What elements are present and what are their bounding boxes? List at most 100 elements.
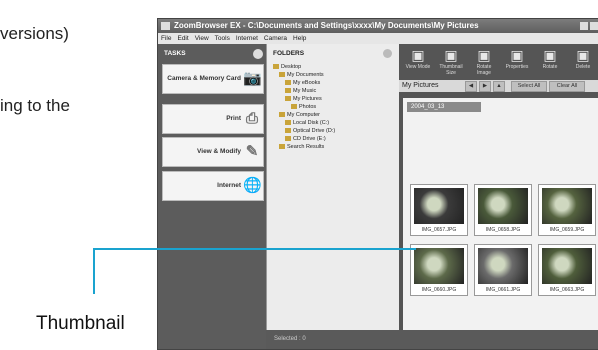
doc-text-line-1: versions) (0, 24, 69, 43)
folder-tree-item[interactable]: My eBooks (285, 80, 320, 86)
thumbnail-item[interactable]: IMG_0658.JPG (474, 184, 532, 236)
location-text: My Pictures (402, 82, 439, 89)
thumbnail-filename: IMG_0659.JPG (549, 227, 585, 233)
thumbnail-item[interactable]: IMG_0657.JPG (410, 184, 468, 236)
nav-forward-button[interactable]: ▶ (479, 81, 491, 92)
thumbnail-image (414, 188, 464, 224)
thumbnail-filename: IMG_0661.JPG (485, 287, 521, 293)
task-button-print[interactable]: Print ⎙ (162, 104, 264, 134)
tasks-header-label: TASKS (164, 50, 186, 57)
tasks-header: TASKS (158, 44, 266, 64)
date-group-tab[interactable]: 2004_03_13 (407, 102, 481, 112)
nav-up-button[interactable]: ▲ (493, 81, 505, 92)
thumbnail-filename: IMG_0658.JPG (485, 227, 521, 233)
toolbar-button-rotate-image[interactable]: ▣ Rotate Image (471, 46, 497, 82)
folder-tree-item[interactable]: CD Drive (E:) (285, 136, 326, 142)
toolbar-button-label: Thumbnail Size (439, 64, 463, 76)
toolbar-button-thumbnail-size[interactable]: ▣ Thumbnail Size (438, 46, 464, 82)
folder-tree-item[interactable]: Desktop (273, 64, 301, 70)
folder-tree-item[interactable]: My Computer (279, 112, 320, 118)
toolbar-button-label: Properties (505, 64, 529, 70)
task-button-internet[interactable]: Internet 🌐 (162, 171, 264, 201)
menu-item-internet[interactable]: Internet (236, 35, 258, 42)
thumbnail-item[interactable]: IMG_0663.JPG (538, 244, 596, 296)
thumbnail-item[interactable]: IMG_0661.JPG (474, 244, 532, 296)
camera-icon: 📷 (243, 70, 262, 87)
folder-icon (285, 120, 291, 126)
zoombrowser-window: ZoomBrowser EX - C:\Documents and Settin… (157, 18, 598, 350)
task-button-label: Camera & Memory Card (167, 75, 241, 82)
thumbnail-image (542, 248, 592, 284)
edit-image-icon: ✎ (245, 143, 259, 160)
folder-icon (285, 128, 291, 134)
thumbnail-filename: IMG_0660.JPG (421, 287, 457, 293)
menu-item-help[interactable]: Help (293, 35, 306, 42)
thumbnail-item[interactable]: IMG_0659.JPG (538, 184, 596, 236)
folder-icon (279, 112, 285, 118)
folder-tree-item[interactable]: My Music (285, 88, 316, 94)
folder-tree-item[interactable]: Photos (291, 104, 316, 110)
folder-icon (285, 96, 291, 102)
folder-label: My eBooks (293, 80, 321, 86)
delete-icon: ▣ (576, 47, 590, 63)
toolbar-button-label: Delete (575, 64, 591, 70)
globe-icon: 🌐 (243, 177, 262, 194)
location-bar: My Pictures ◀ ▶ ▲ Select All Clear All (399, 80, 598, 92)
menu-item-view[interactable]: View (195, 35, 209, 42)
clear-all-button[interactable]: Clear All (549, 81, 585, 92)
task-button-camera-memory-card[interactable]: Camera & Memory Card 📷 (162, 64, 264, 94)
selected-count: Selected : 0 (274, 336, 306, 342)
folder-tree-item[interactable]: Local Disk (C:) (285, 120, 329, 126)
folder-label: Desktop (281, 64, 302, 70)
folder-tree-item[interactable]: My Pictures (285, 96, 322, 102)
folder-label: My Documents (287, 72, 324, 78)
toolbar-button-label: Rotate Image (476, 64, 492, 76)
callout-label: Thumbnail (36, 313, 125, 334)
view-mode-icon: ▣ (411, 47, 425, 63)
doc-text-line-2: ing to the (0, 96, 70, 115)
rotate-icon: ▣ (477, 47, 491, 63)
toolbar-button-rotate[interactable]: ▣ Rotate (537, 46, 563, 82)
folder-icon (273, 64, 279, 70)
nav-back-button[interactable]: ◀ (465, 81, 477, 92)
folder-label: Optical Drive (D:) (293, 128, 336, 134)
maximize-button[interactable] (590, 22, 598, 30)
menu-item-edit[interactable]: Edit (177, 35, 188, 42)
folders-collapse-icon[interactable] (383, 49, 392, 58)
minimize-button[interactable] (580, 22, 588, 30)
task-button-view-modify[interactable]: View & Modify ✎ (162, 137, 264, 167)
thumbnail-image (478, 248, 528, 284)
thumbnail-image (414, 248, 464, 284)
window-title: ZoomBrowser EX - C:\Documents and Settin… (174, 21, 479, 30)
toolbar-button-delete[interactable]: ▣ Delete (570, 46, 596, 82)
toolbar-button-properties[interactable]: ▣ Properties (504, 46, 530, 82)
folder-icon (279, 144, 285, 150)
status-bar: Selected : 0 (266, 330, 598, 349)
thumbnail-size-icon: ▣ (444, 47, 458, 63)
folder-label: My Computer (287, 112, 321, 118)
callout-line-vertical (93, 248, 95, 294)
menu-item-camera[interactable]: Camera (264, 35, 287, 42)
menu-item-tools[interactable]: Tools (215, 35, 230, 42)
folder-icon (285, 80, 291, 86)
browser-area: ▣ View Mode ▣ Thumbnail Size ▣ Rotate Image ▣ P… (399, 44, 598, 349)
select-all-button[interactable]: Select All (511, 81, 547, 92)
toolbar-button-view-mode[interactable]: ▣ View Mode (405, 46, 431, 82)
folder-icon (285, 136, 291, 142)
folder-icon (285, 88, 291, 94)
folder-label: My Pictures (293, 96, 322, 102)
tasks-panel: TASKS Camera & Memory Card 📷 Print ⎙ View & … (158, 44, 266, 349)
tasks-collapse-icon[interactable] (253, 49, 263, 59)
folders-header: FOLDERS (273, 50, 305, 57)
folder-tree-item[interactable]: Search Results (279, 144, 324, 150)
folder-tree-item[interactable]: Optical Drive (D:) (285, 128, 335, 134)
folder-label: My Music (293, 88, 317, 94)
folder-icon (279, 72, 285, 78)
toolbar-button-label: Rotate (542, 64, 558, 70)
folder-label: Search Results (287, 144, 325, 150)
thumbnail-gallery: 2004_03_13 IMG_0657.JPG IMG_0658.JPG IMG_0… (403, 98, 598, 338)
thumbnail-item[interactable]: IMG_0660.JPG (410, 244, 468, 296)
menu-item-file[interactable]: File (161, 35, 171, 42)
folder-tree-item[interactable]: My Documents (279, 72, 324, 78)
thumbnail-filename: IMG_0663.JPG (549, 287, 585, 293)
